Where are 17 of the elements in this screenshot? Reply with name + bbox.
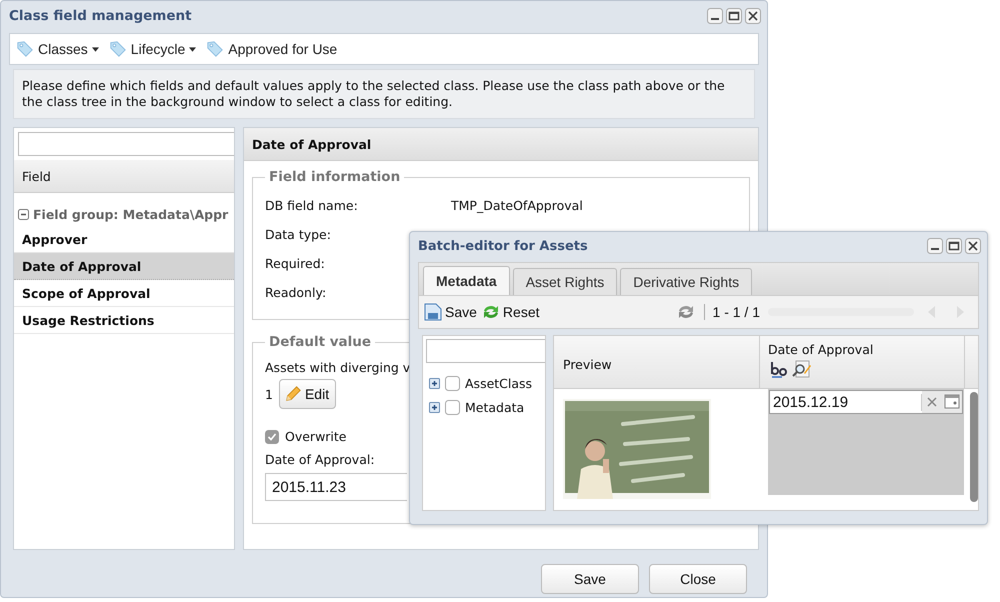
window-title: Class field management (9, 8, 193, 24)
fieldset-legend: Default value (265, 334, 376, 350)
field-label: Data type: (265, 227, 332, 242)
fieldset-legend: Field information (265, 169, 404, 185)
field-label: Required: (265, 256, 326, 271)
window-title: Batch-editor for Assets (418, 238, 589, 254)
diverging-count: 1 (265, 386, 273, 402)
diverging-label: Assets with diverging v (265, 360, 410, 375)
field-value: TMP_DateOfApproval (451, 198, 583, 213)
checkbox-label: Overwrite (285, 429, 346, 444)
paging-text: 1 - 1 / 1 (712, 304, 760, 320)
field-label: Readonly: (265, 285, 328, 300)
field-label: Date of Approval: (265, 452, 376, 467)
group-label: Field group: Metadata\Appr (33, 207, 228, 222)
info-text: Please define which fields and default values apply to the selected class. Please use the class path above or the the class tree in the background window to select a class for editing. (13, 69, 755, 119)
field-label: DB field name: (265, 198, 359, 213)
panel-title: Date of Approval (244, 128, 758, 161)
